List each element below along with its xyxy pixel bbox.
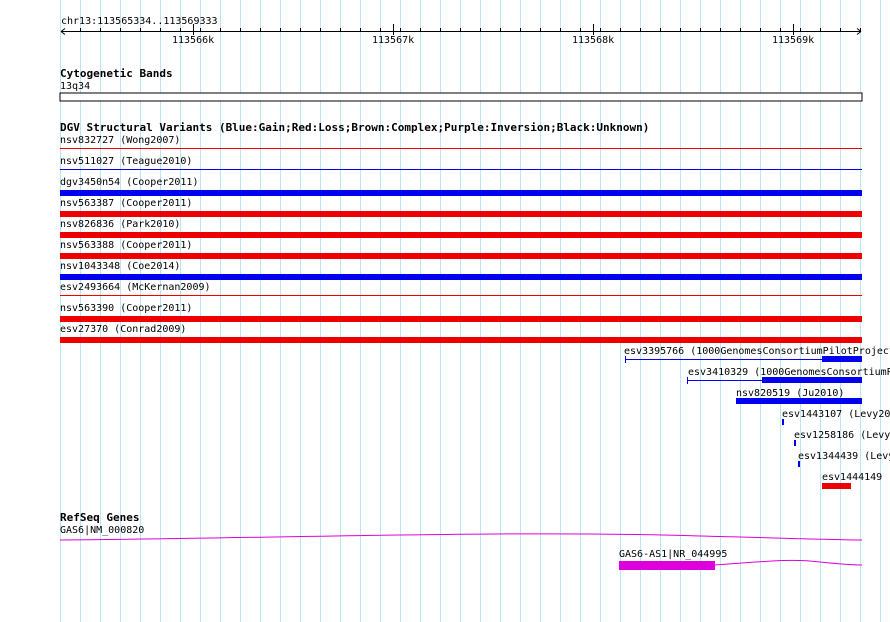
variant-label[interactable]: esv1443107 (Levy2007) — [782, 409, 890, 420]
variant-label[interactable]: esv3395766 (1000GenomesConsortiumPilotPr… — [624, 346, 890, 357]
variant-label[interactable]: esv1444149 (Levy2007) — [822, 472, 890, 483]
variant-label[interactable]: esv3410329 (1000GenomesConsortiumPilotPr… — [688, 367, 890, 378]
variant-label[interactable]: esv1344439 (Levy2007) — [798, 451, 890, 462]
gene-label[interactable]: GAS6|NM_000820 — [60, 525, 144, 536]
gene-label[interactable]: GAS6-AS1|NR_044995 — [619, 549, 727, 560]
refseq-track-title: RefSeq Genes — [60, 511, 140, 524]
variant-label[interactable]: esv1258186 (Levy2007) — [794, 430, 890, 441]
variant-label[interactable]: nsv820519 (Ju2010) — [736, 388, 844, 399]
